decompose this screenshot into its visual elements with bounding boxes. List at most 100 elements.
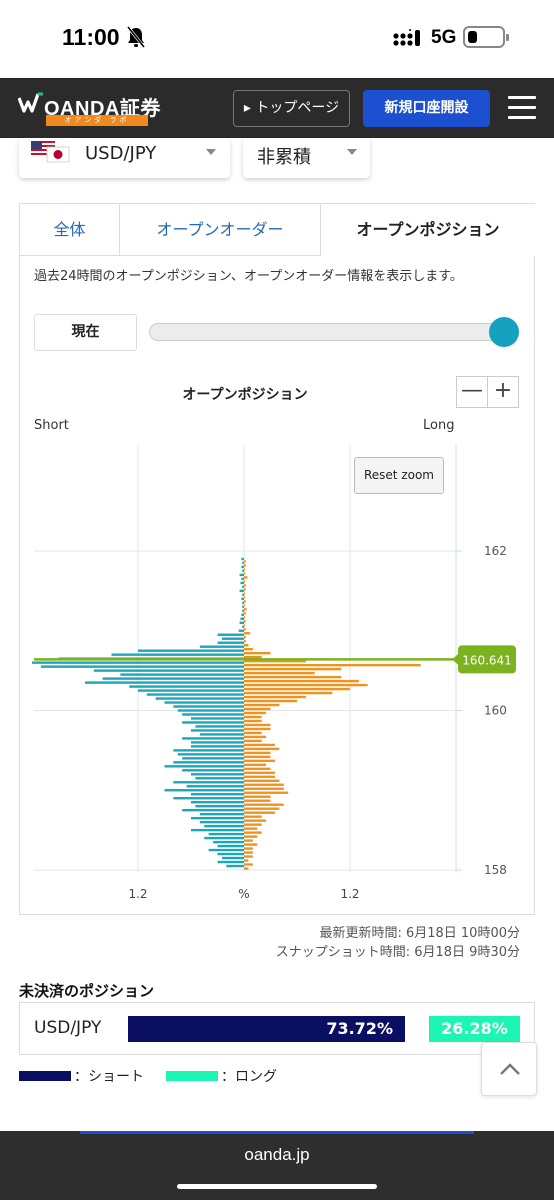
long-bar — [244, 675, 342, 679]
snapshot-time: スナップショット時間: 6月18日 9時30分 — [275, 945, 520, 960]
current-price-label: 160.641 — [462, 653, 512, 667]
y-tick-label: 162 — [484, 544, 507, 558]
reset-zoom-button[interactable]: Reset zoom — [354, 457, 444, 494]
long-bar — [244, 655, 262, 659]
short-bar — [199, 820, 244, 824]
scroll-to-top-button[interactable] — [481, 1042, 537, 1096]
long-bar — [244, 727, 271, 731]
long-bar — [244, 835, 258, 838]
long-bar — [244, 687, 350, 691]
short-bar — [173, 797, 244, 800]
short-bar — [239, 621, 244, 624]
long-bar — [244, 683, 368, 687]
short-bar — [208, 848, 244, 852]
short-bar — [164, 789, 244, 792]
short-bar — [217, 633, 244, 636]
long-bar — [244, 628, 246, 631]
brand-subtitle: オアンダ ラボ — [46, 115, 148, 126]
unsettled-positions-box: USD/JPY 73.72% 26.28% — [19, 1002, 535, 1055]
short-bar — [242, 593, 244, 597]
chevron-down-icon — [347, 149, 357, 155]
short-bar — [221, 637, 244, 640]
long-bar — [244, 640, 246, 643]
mode-select[interactable]: 非累積 — [243, 138, 370, 178]
short-bar — [182, 769, 244, 772]
y-tick-label: 160 — [484, 704, 507, 718]
open-account-button[interactable]: 新規口座開設 — [363, 90, 490, 127]
short-bar — [191, 816, 244, 820]
long-bar — [244, 644, 249, 647]
long-bar — [244, 783, 284, 786]
long-bar — [244, 759, 275, 763]
legend-long-swatch — [166, 1071, 218, 1081]
short-bar — [155, 697, 244, 700]
short-bar — [221, 856, 244, 860]
short-bar — [32, 661, 244, 664]
short-bar — [191, 828, 244, 832]
unsettled-positions-title: 未決済のポジション — [19, 982, 155, 1000]
short-bar — [173, 761, 244, 764]
long-bar — [244, 855, 253, 858]
long-bar — [244, 763, 267, 767]
long-bar — [244, 560, 246, 563]
short-bar — [241, 565, 244, 569]
short-bar — [186, 785, 244, 788]
short-bar — [240, 617, 244, 620]
short-bar — [146, 693, 244, 696]
battery-icon — [463, 26, 509, 48]
long-bar — [244, 779, 280, 782]
short-bar — [241, 577, 244, 581]
short-ratio-bar: 73.72% — [128, 1016, 405, 1042]
long-bar — [244, 811, 275, 814]
long-bar — [244, 691, 333, 695]
short-bar — [93, 669, 244, 672]
long-bar — [244, 803, 284, 806]
x-tick-label: 1.2 — [340, 887, 359, 901]
short-bar — [208, 832, 244, 836]
long-bar — [244, 580, 245, 583]
browser-url[interactable]: oanda.jp — [0, 1145, 554, 1165]
unsettled-pair-label: USD/JPY — [34, 1018, 102, 1038]
y-tick-label: 158 — [484, 863, 507, 877]
site-header: OANDA証券 オアンダ ラボ ▸ トップページ 新規口座開設 — [0, 78, 554, 138]
long-bar — [244, 719, 262, 723]
short-bar — [173, 705, 244, 708]
long-bar — [244, 651, 271, 655]
status-bar: 11:00 5G — [0, 0, 554, 78]
legend-short-label: ：ショート — [74, 1069, 144, 1085]
short-bar — [195, 777, 244, 780]
long-bar — [244, 743, 275, 747]
short-bar — [173, 781, 244, 784]
long-bar — [244, 588, 246, 591]
long-bar — [244, 723, 271, 727]
long-bar — [244, 699, 297, 703]
short-bar — [242, 585, 244, 589]
short-bar — [191, 801, 244, 804]
hamburger-menu-icon[interactable] — [508, 96, 536, 120]
short-bar — [182, 713, 244, 716]
long-bar — [244, 671, 315, 675]
long-bar — [244, 843, 258, 846]
currency-pair-select[interactable]: USD/JPY — [19, 138, 230, 178]
long-bar — [244, 572, 245, 575]
top-page-button[interactable]: ▸ トップページ — [233, 90, 350, 127]
long-bar — [244, 863, 253, 866]
short-bar — [217, 641, 244, 644]
signal-icon — [393, 29, 420, 46]
long-bar — [244, 564, 246, 567]
short-bar — [217, 852, 244, 856]
short-bar — [40, 665, 244, 668]
short-bar — [199, 645, 244, 648]
long-bar — [244, 592, 245, 595]
long-bar — [244, 807, 280, 810]
long-bar — [244, 867, 249, 870]
legend-long-label: ：ロング — [221, 1069, 277, 1085]
long-bar — [244, 823, 262, 826]
chevron-up-icon — [500, 1063, 520, 1075]
long-bar — [244, 831, 262, 834]
long-bar — [244, 703, 280, 707]
short-bar — [138, 689, 244, 692]
x-tick-label: % — [238, 887, 249, 901]
long-bar — [244, 707, 271, 711]
long-bar — [244, 791, 289, 794]
